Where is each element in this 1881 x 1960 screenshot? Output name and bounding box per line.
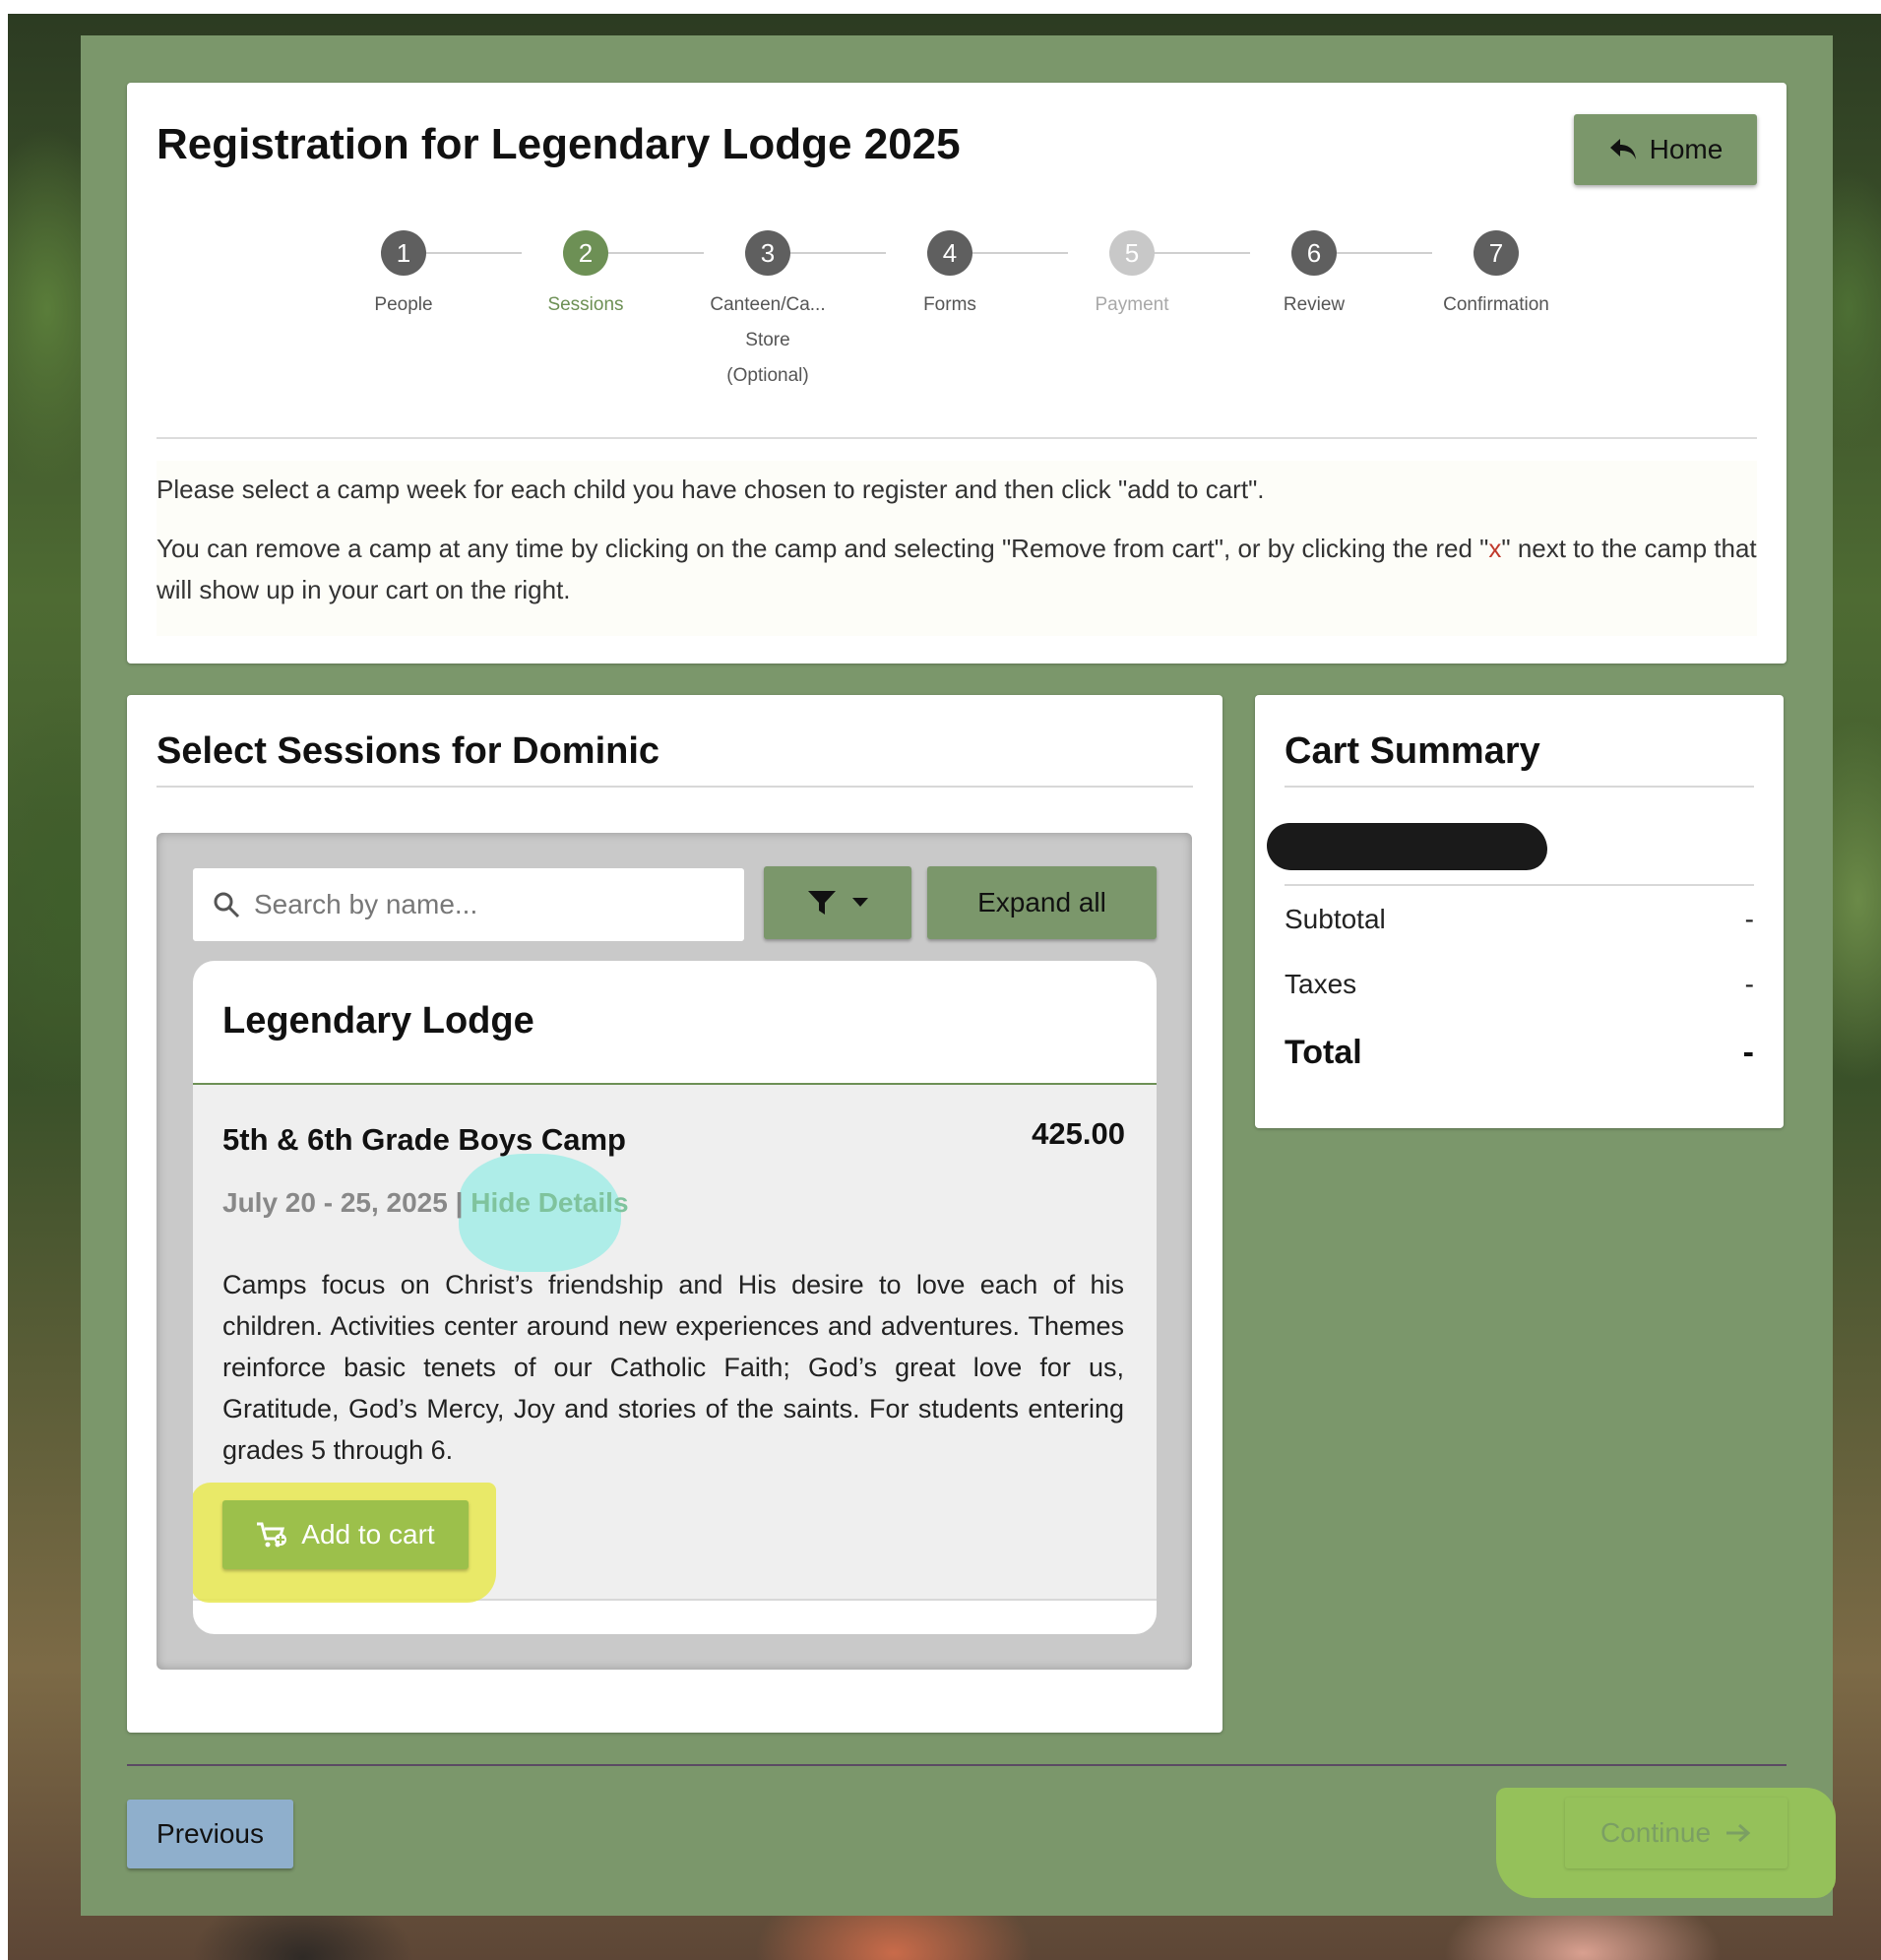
search-icon xyxy=(214,892,240,918)
taxes-label: Taxes xyxy=(1285,969,1357,999)
divider xyxy=(1285,884,1754,886)
home-button[interactable]: Home xyxy=(1574,114,1757,185)
step-number: 3 xyxy=(745,230,790,276)
footer-divider xyxy=(127,1764,1787,1766)
hide-details-link[interactable]: Hide Details xyxy=(470,1187,628,1218)
instruction-text: Please select a camp week for each child… xyxy=(157,474,1265,504)
total-row: Total - xyxy=(1285,1034,1754,1072)
caret-down-icon xyxy=(852,898,868,907)
reply-arrow-icon xyxy=(1609,139,1636,159)
camp-group-header[interactable]: Legendary Lodge xyxy=(193,961,1157,1085)
red-x-text: x xyxy=(1488,534,1502,563)
cart-summary-card: Cart Summary Subtotal - Taxes - Total - xyxy=(1255,695,1784,1128)
step-label-line: (Optional) xyxy=(726,365,809,386)
step-label: Confirmation xyxy=(1443,294,1549,315)
progress-stepper: 1 People 2 Sessions 3 Canteen/Ca... Stor… xyxy=(127,230,1787,398)
search-placeholder: Search by name... xyxy=(254,889,478,919)
step-people[interactable]: 1 People xyxy=(335,230,472,323)
step-confirmation[interactable]: 7 Confirmation xyxy=(1427,230,1565,323)
cart-add-icon xyxy=(257,1522,287,1548)
add-to-cart-button[interactable]: Add to cart xyxy=(222,1500,469,1569)
continue-button[interactable]: Continue xyxy=(1565,1798,1787,1868)
divider xyxy=(157,786,1193,788)
step-payment: 5 Payment xyxy=(1063,230,1201,323)
step-label: Sessions xyxy=(547,294,624,315)
session-name: 5th & 6th Grade Boys Camp xyxy=(222,1122,626,1157)
taxes-row: Taxes - xyxy=(1285,969,1754,1000)
step-review[interactable]: 6 Review xyxy=(1245,230,1383,323)
session-description: Camps focus on Christ’s friendship and H… xyxy=(222,1270,1124,1465)
step-label: Forms xyxy=(923,294,976,315)
step-number: 6 xyxy=(1291,230,1337,276)
total-value: - xyxy=(1742,1034,1754,1071)
step-label: Canteen/Ca... Store (Optional) xyxy=(699,287,837,394)
divider xyxy=(1285,786,1754,788)
step-number: 2 xyxy=(563,230,608,276)
step-forms[interactable]: 4 Forms xyxy=(881,230,1019,323)
arrow-right-icon xyxy=(1726,1823,1751,1843)
instruction-text-part: You can remove a camp at any time by cli… xyxy=(157,534,1489,563)
subtotal-label: Subtotal xyxy=(1285,904,1386,934)
step-label-line: Store xyxy=(745,330,790,350)
add-to-cart-label: Add to cart xyxy=(301,1519,435,1549)
step-number: 5 xyxy=(1109,230,1155,276)
subtotal-row: Subtotal - xyxy=(1285,904,1754,935)
filter-icon xyxy=(808,891,836,915)
cart-title: Cart Summary xyxy=(1285,730,1540,772)
camp-group-card: Legendary Lodge 5th & 6th Grade Boys Cam… xyxy=(193,961,1157,1634)
step-sessions[interactable]: 2 Sessions xyxy=(517,230,655,323)
filter-dropdown-button[interactable] xyxy=(764,866,911,939)
session-item[interactable]: 5th & 6th Grade Boys Camp 425.00 July 20… xyxy=(193,1085,1157,1603)
search-input[interactable]: Search by name... xyxy=(193,868,744,941)
expand-all-button[interactable]: Expand all xyxy=(927,866,1157,939)
sessions-panel: Search by name... Expand all Legendary L… xyxy=(157,833,1192,1670)
sessions-title: Select Sessions for Dominic xyxy=(157,730,660,772)
page-title: Registration for Legendary Lodge 2025 xyxy=(157,120,961,168)
subtotal-value: - xyxy=(1744,904,1754,934)
step-label-line: Canteen/Ca... xyxy=(710,294,826,315)
instructions-panel: Please select a camp week for each child… xyxy=(157,461,1757,636)
step-number: 7 xyxy=(1473,230,1519,276)
session-dates: July 20 - 25, 2025 | Hide Details xyxy=(222,1187,629,1219)
redaction-mark xyxy=(1267,823,1547,870)
camp-group-title: Legendary Lodge xyxy=(222,1000,534,1042)
select-sessions-card: Select Sessions for Dominic Search by na… xyxy=(127,695,1223,1733)
step-number: 4 xyxy=(927,230,972,276)
session-price: 425.00 xyxy=(1032,1116,1125,1151)
registration-header-card: Registration for Legendary Lodge 2025 Ho… xyxy=(127,83,1787,664)
total-label: Total xyxy=(1285,1034,1362,1071)
previous-button[interactable]: Previous xyxy=(127,1800,293,1868)
taxes-value: - xyxy=(1744,969,1754,999)
session-date-range: July 20 - 25, 2025 | xyxy=(222,1187,464,1218)
step-canteen-store[interactable]: 3 Canteen/Ca... Store (Optional) xyxy=(699,230,837,394)
divider xyxy=(157,437,1757,439)
step-label: Review xyxy=(1283,294,1346,315)
continue-label: Continue xyxy=(1599,1817,1712,1848)
step-label: People xyxy=(374,294,433,315)
home-button-label: Home xyxy=(1649,134,1724,164)
instruction-text: You can remove a camp at any time by cli… xyxy=(157,528,1757,610)
step-label: Payment xyxy=(1095,294,1169,315)
step-number: 1 xyxy=(381,230,426,276)
